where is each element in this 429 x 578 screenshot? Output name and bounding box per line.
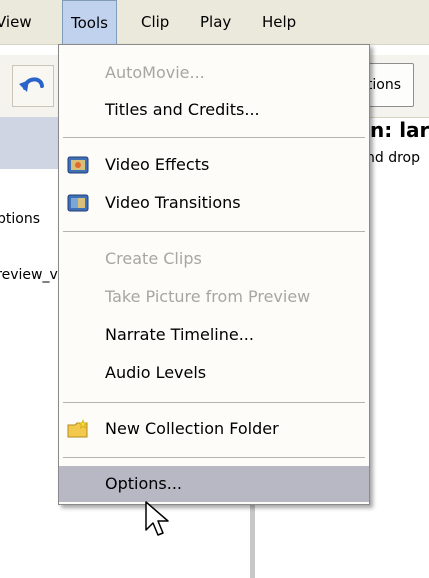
undo-icon bbox=[19, 77, 44, 92]
mouse-cursor-icon bbox=[145, 501, 169, 536]
new-folder-icon bbox=[67, 419, 88, 438]
video-transitions-icon bbox=[67, 194, 89, 212]
menu-view[interactable]: View bbox=[0, 0, 40, 44]
video-effects-icon bbox=[67, 156, 89, 174]
menu-item-take-picture[interactable]: Take Picture from Preview bbox=[59, 279, 369, 315]
menu-item-video-effects[interactable]: Video Effects bbox=[59, 147, 369, 183]
content-subtext: nd drop bbox=[366, 150, 420, 166]
left-pane-item-preview[interactable]: Preview_v bbox=[0, 267, 58, 283]
menu-item-new-collection-folder[interactable]: New Collection Folder bbox=[59, 411, 369, 447]
menu-item-audio-levels[interactable]: Audio Levels bbox=[59, 355, 369, 391]
tools-menu-dropdown: AutoMovie... Titles and Credits... Video… bbox=[58, 44, 370, 505]
menu-item-options[interactable]: Options... bbox=[59, 466, 369, 502]
content-heading: n: lar bbox=[370, 118, 429, 142]
menu-play[interactable]: Play bbox=[192, 0, 239, 44]
menu-tools[interactable]: Tools bbox=[62, 0, 117, 44]
menu-item-narrate-timeline[interactable]: Narrate Timeline... bbox=[59, 317, 369, 353]
menu-bar: View Tools Clip Play Help bbox=[0, 0, 429, 45]
undo-button[interactable] bbox=[12, 65, 54, 107]
menu-help[interactable]: Help bbox=[254, 0, 304, 44]
menu-item-titles-credits[interactable]: Titles and Credits... bbox=[59, 92, 369, 128]
menu-separator bbox=[63, 137, 365, 138]
menu-separator bbox=[63, 457, 365, 458]
menu-item-create-clips[interactable]: Create Clips bbox=[59, 241, 369, 277]
menu-item-automovie[interactable]: AutoMovie... bbox=[59, 55, 369, 91]
left-pane-item-options[interactable]: Options bbox=[0, 211, 40, 227]
menu-clip[interactable]: Clip bbox=[133, 0, 177, 44]
menu-separator bbox=[63, 402, 365, 403]
menu-separator bbox=[63, 231, 365, 232]
menu-item-video-transitions[interactable]: Video Transitions bbox=[59, 185, 369, 221]
